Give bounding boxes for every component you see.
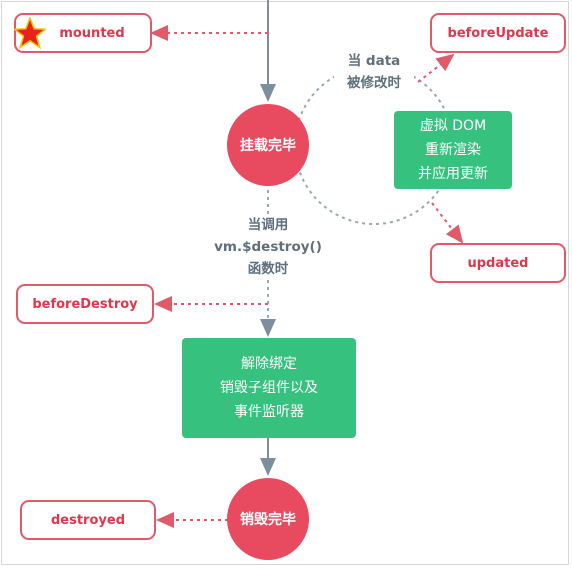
- data-change-note: 当 data 被修改时: [334, 50, 414, 94]
- data-change-line-2: 被修改时: [347, 75, 401, 91]
- destroy-done-circle: 销毁完毕: [227, 478, 309, 560]
- destroy-call-line-1: 当调用: [247, 217, 289, 233]
- destroy-call-line-3: 函数时: [247, 261, 289, 277]
- data-change-line-1: 当 data: [347, 53, 401, 69]
- before-destroy-hook-label: beforeDestroy: [32, 296, 138, 312]
- vdom-line-3: 并应用更新: [418, 166, 488, 182]
- destroy-done-label: 销毁完毕: [240, 512, 296, 528]
- teardown-line-2: 销毁子组件以及: [220, 380, 318, 396]
- destroy-call-note: 当调用 vm.$destroy() 函数时: [208, 214, 328, 280]
- before-destroy-hook: beforeDestroy: [16, 284, 154, 324]
- teardown-box: 解除绑定 销毁子组件以及 事件监听器: [182, 338, 356, 438]
- teardown-line-3: 事件监听器: [234, 404, 304, 420]
- destroy-call-line-2: vm.$destroy(): [214, 239, 322, 255]
- mounted-done-circle: 挂载完毕: [227, 104, 309, 186]
- before-update-hook-label: beforeUpdate: [447, 25, 549, 41]
- mounted-done-label: 挂载完毕: [240, 138, 296, 154]
- before-update-hook: beforeUpdate: [430, 13, 566, 53]
- destroyed-hook-label: destroyed: [50, 512, 125, 528]
- connector-updated: [431, 202, 464, 244]
- destroyed-hook: destroyed: [20, 500, 156, 540]
- vdom-line-2: 重新渲染: [425, 142, 481, 158]
- connector-before-update: [417, 53, 455, 83]
- star-icon: [14, 17, 46, 49]
- vdom-line-1: 虚拟 DOM: [419, 118, 487, 134]
- vdom-rerender-box: 虚拟 DOM 重新渲染 并应用更新: [394, 111, 512, 189]
- updated-hook-label: updated: [467, 255, 529, 271]
- teardown-line-1: 解除绑定: [241, 356, 297, 372]
- mounted-hook-label: mounted: [59, 25, 125, 41]
- updated-hook: updated: [430, 243, 566, 283]
